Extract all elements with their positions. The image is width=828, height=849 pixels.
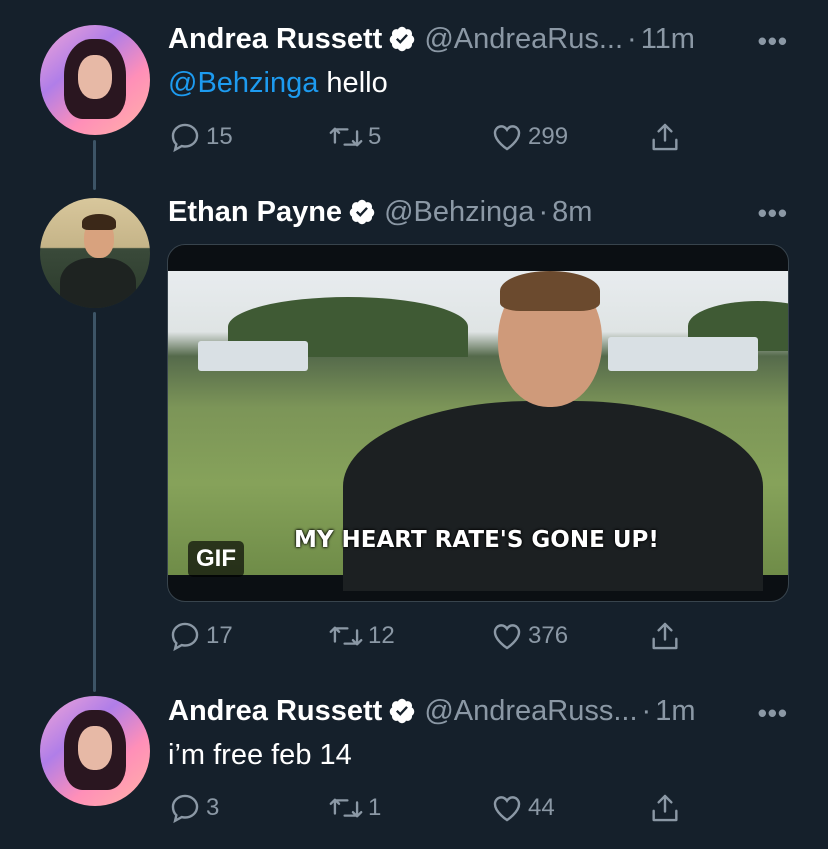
avatar[interactable] [40,198,150,308]
tweet-header: Andrea Russett @AndreaRuss... · 1m [168,694,696,728]
timestamp[interactable]: 8m [552,195,592,229]
reply-count: 17 [206,622,233,649]
tweet-actions: 17 12 376 [168,619,688,653]
tweet-text: i’m free feb 14 [168,739,352,771]
person-hair [500,271,600,311]
display-name[interactable]: Ethan Payne [168,195,342,229]
retweet-count: 1 [368,794,382,821]
mention-link[interactable]: @Behzinga [168,67,318,99]
tweet[interactable]: Andrea Russett @AndreaRus... · 11m ••• @… [0,0,828,190]
avatar-body [60,258,136,308]
display-name[interactable]: Andrea Russett [168,22,382,56]
avatar[interactable] [40,696,150,806]
tweet-text-body: hello [318,67,388,99]
share-button[interactable] [648,791,682,825]
background-building [608,337,758,371]
display-name[interactable]: Andrea Russett [168,694,382,728]
avatar[interactable] [40,25,150,135]
tweet-actions: 3 1 44 [168,791,688,825]
like-count: 376 [528,622,569,649]
verified-badge-icon [349,199,375,225]
retweet-icon [329,127,363,147]
gif-caption: MY HEART RATE'S GONE UP! [294,527,659,553]
share-button[interactable] [648,619,682,653]
tweet-text: @Behzinga hello [168,66,388,100]
reply-count: 3 [206,794,220,821]
user-handle[interactable]: @AndreaRus... [424,22,623,56]
like-button[interactable]: 376 [490,619,568,653]
tweet-header: Ethan Payne @Behzinga · 8m [168,195,592,229]
verified-badge-icon [390,698,415,724]
heart-icon [493,125,521,151]
reply-count: 15 [206,123,233,150]
reply-button[interactable]: 3 [168,791,219,825]
separator-dot: · [538,196,549,228]
retweet-icon [329,798,363,818]
retweet-button[interactable]: 5 [328,120,381,154]
like-button[interactable]: 44 [490,791,555,825]
person-body [343,401,763,591]
retweet-icon [329,626,363,646]
like-count: 299 [528,123,569,150]
separator-dot: · [627,23,637,55]
tweet[interactable]: Andrea Russett @AndreaRuss... · 1m ••• i… [0,690,828,849]
background-building [198,341,308,371]
reply-icon [171,123,199,153]
more-options-icon[interactable]: ••• [758,698,788,729]
more-options-icon[interactable]: ••• [758,26,788,57]
more-options-icon[interactable]: ••• [758,198,788,229]
reply-icon [171,794,199,824]
retweet-button[interactable]: 1 [328,791,381,825]
timestamp[interactable]: 11m [641,22,695,56]
retweet-button[interactable]: 12 [328,619,395,653]
tweet-header: Andrea Russett @AndreaRus... · 11m [168,22,695,56]
gif-media[interactable]: MY HEART RATE'S GONE UP! GIF [167,244,789,602]
heart-icon [493,796,521,822]
like-button[interactable]: 299 [490,120,568,154]
avatar-face [78,726,112,770]
gif-badge: GIF [188,541,244,577]
user-handle[interactable]: @AndreaRuss... [424,694,637,728]
reply-icon [171,622,199,652]
share-icon [652,794,678,822]
avatar-hair [82,214,116,230]
retweet-count: 5 [368,123,382,150]
reply-button[interactable]: 15 [168,120,233,154]
timestamp[interactable]: 1m [655,694,695,728]
heart-icon [493,624,521,650]
avatar-face [78,55,112,99]
verified-badge-icon [390,26,415,52]
share-button[interactable] [648,120,682,154]
share-icon [652,622,678,650]
retweet-count: 12 [368,622,395,649]
separator-dot: · [641,695,652,727]
tweet-actions: 15 5 299 [168,120,688,154]
share-icon [652,123,678,151]
user-handle[interactable]: @Behzinga [384,195,534,229]
reply-button[interactable]: 17 [168,619,233,653]
like-count: 44 [528,794,555,821]
